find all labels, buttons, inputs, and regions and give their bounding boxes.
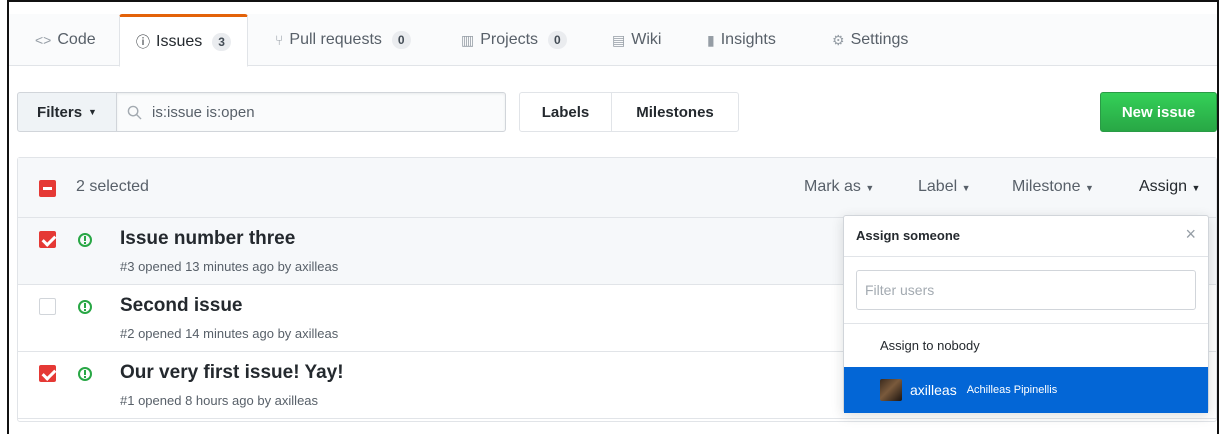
projects-counter: 0 — [548, 31, 567, 49]
filters-button[interactable]: Filters ▼ — [17, 92, 117, 132]
label-dropdown[interactable]: Label ▼ — [918, 178, 971, 196]
tab-pull-requests[interactable]: ⑂ Pull requests 0 — [275, 14, 411, 66]
issue-opened-icon — [78, 367, 92, 381]
close-icon[interactable]: × — [1185, 224, 1196, 245]
repo-nav: <> Code ⓘ Issues 3 ⑂ Pull requests 0 ▥ P… — [9, 14, 1217, 67]
issue-opened-icon — [78, 233, 92, 247]
tab-label: Code — [57, 31, 96, 48]
mark-as-label: Mark as — [804, 178, 861, 195]
milestones-button[interactable]: Milestones — [611, 92, 739, 132]
assign-menu-title: Assign someone — [856, 228, 961, 243]
tab-label: Insights — [720, 31, 776, 48]
caret-down-icon: ▼ — [961, 183, 971, 193]
assign-menu: Assign someone × Assign to nobody axille… — [843, 215, 1209, 413]
caret-down-icon: ▼ — [88, 107, 97, 117]
caret-down-icon: ▼ — [865, 183, 875, 193]
tab-wiki[interactable]: ▤ Wiki — [612, 14, 661, 66]
mark-as-dropdown[interactable]: Mark as ▼ — [804, 178, 874, 196]
tab-code[interactable]: <> Code — [35, 14, 96, 66]
tab-label: Issues — [156, 32, 203, 50]
user-item-axilleas[interactable]: axilleas Achilleas Pipinellis — [844, 367, 1208, 413]
divider — [844, 256, 1208, 257]
issue-opened-icon: ⓘ — [136, 33, 150, 50]
issue-checkbox[interactable] — [39, 365, 56, 382]
git-pull-request-icon: ⑂ — [275, 32, 284, 48]
new-issue-button[interactable]: New issue — [1100, 92, 1217, 132]
user-login: axilleas — [910, 382, 957, 398]
tab-label: Projects — [480, 31, 539, 48]
milestone-dropdown[interactable]: Milestone ▼ — [1012, 178, 1094, 196]
code-icon: <> — [35, 32, 52, 48]
label-label: Label — [918, 178, 958, 195]
milestone-label: Milestone — [1012, 178, 1081, 195]
caret-down-icon: ▼ — [1084, 183, 1094, 193]
filter-users-input[interactable] — [856, 270, 1196, 310]
issue-checkbox[interactable] — [39, 298, 56, 315]
tab-label: Pull requests — [289, 31, 382, 48]
search-input[interactable]: is:issue is:open — [116, 92, 506, 132]
assign-dropdown[interactable]: Assign ▼ — [1139, 178, 1200, 196]
pull-requests-counter: 0 — [391, 31, 411, 49]
search-value: is:issue is:open — [152, 103, 255, 121]
labels-button[interactable]: Labels — [519, 92, 612, 132]
issue-checkbox[interactable] — [39, 231, 56, 248]
issue-meta: #3 opened 13 minutes ago by axilleas — [120, 259, 339, 274]
caret-down-icon: ▼ — [1191, 183, 1201, 193]
issue-opened-icon — [78, 300, 92, 314]
select-all-checkbox[interactable] — [39, 180, 56, 197]
tab-settings[interactable]: ⚙ Settings — [832, 14, 908, 66]
issue-title[interactable]: Issue number three — [120, 228, 295, 250]
issue-meta: #2 opened 14 minutes ago by axilleas — [120, 326, 339, 341]
project-icon: ▥ — [461, 31, 475, 48]
issue-title[interactable]: Our very first issue! Yay! — [120, 362, 344, 384]
avatar — [880, 379, 902, 401]
graph-icon: ▮ — [707, 31, 715, 48]
tab-projects[interactable]: ▥ Projects 0 — [461, 14, 567, 66]
search-icon — [127, 105, 142, 120]
assign-to-nobody-item[interactable]: Assign to nobody — [844, 324, 1208, 367]
filters-label: Filters — [37, 103, 83, 121]
issue-meta: #1 opened 8 hours ago by axilleas — [120, 393, 319, 408]
tab-label: Settings — [850, 31, 909, 48]
tab-insights[interactable]: ▮ Insights — [707, 14, 776, 66]
gear-icon: ⚙ — [832, 31, 845, 48]
user-full-name: Achilleas Pipinellis — [966, 384, 1058, 396]
issues-page: <> Code ⓘ Issues 3 ⑂ Pull requests 0 ▥ P… — [7, 0, 1219, 434]
issues-list-header: 2 selected Mark as ▼ Label ▼ Milestone ▼… — [18, 158, 1216, 218]
assign-label: Assign — [1139, 178, 1188, 195]
issue-title[interactable]: Second issue — [120, 295, 243, 317]
tab-label: Wiki — [631, 31, 662, 48]
book-icon: ▤ — [612, 31, 626, 48]
selected-count: 2 selected — [76, 178, 149, 195]
issues-counter: 3 — [212, 32, 231, 51]
tab-issues[interactable]: ⓘ Issues 3 — [119, 14, 248, 67]
